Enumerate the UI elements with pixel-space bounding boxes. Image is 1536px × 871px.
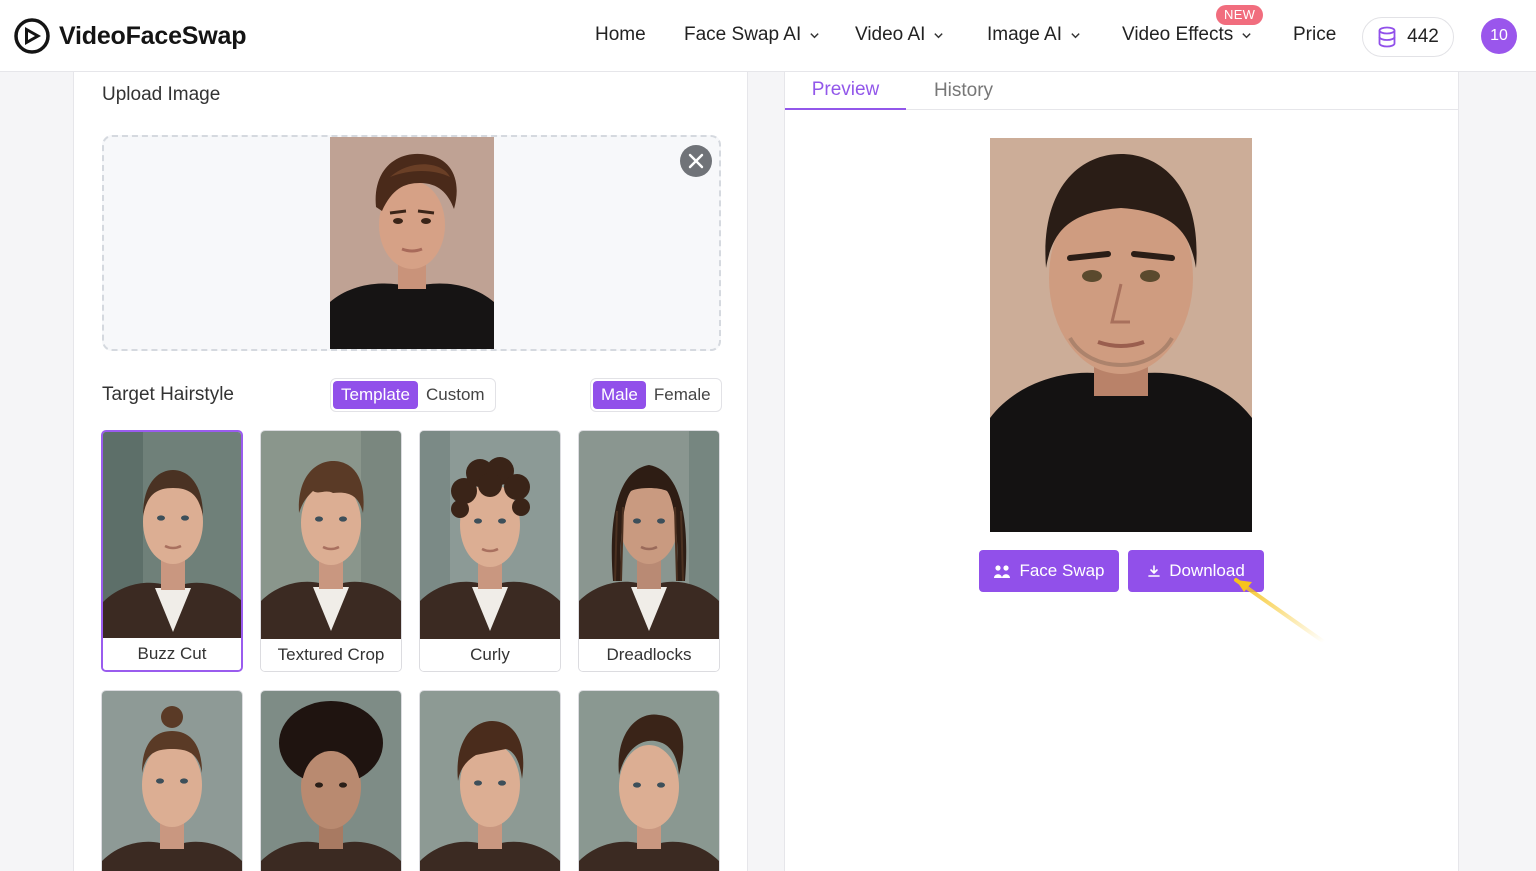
nav-video-effects[interactable]: Video Effects: [1122, 24, 1252, 46]
mode-toggle: Template Custom: [330, 378, 496, 412]
nav-face-swap-ai[interactable]: Face Swap AI: [684, 24, 820, 46]
nav-home[interactable]: Home: [595, 24, 646, 46]
nav-video-ai-label: Video AI: [855, 24, 926, 45]
brand-name: VideoFaceSwap: [59, 21, 247, 50]
male-option[interactable]: Male: [593, 381, 646, 409]
hairstyle-card-dreadlocks[interactable]: Dreadlocks: [578, 430, 720, 672]
result-photo: [990, 138, 1252, 532]
hairstyle-preview-image: [261, 691, 401, 871]
hairstyle-preview-image: [420, 431, 560, 641]
tab-preview[interactable]: Preview: [785, 72, 906, 110]
download-icon: [1148, 565, 1160, 577]
hairstyle-card[interactable]: [419, 690, 561, 871]
upload-dropzone[interactable]: [102, 135, 721, 351]
nav-face-swap-ai-label: Face Swap AI: [684, 24, 802, 45]
hairstyle-preview-image: [102, 691, 242, 871]
database-icon: [1378, 26, 1396, 48]
nav-image-ai-label: Image AI: [987, 24, 1062, 45]
credits-count: 442: [1407, 26, 1439, 47]
hairstyle-card-buzz-cut[interactable]: Buzz Cut: [101, 430, 243, 672]
chevron-down-icon: [810, 32, 819, 38]
close-icon: [688, 153, 704, 169]
hairstyle-preview-image: [103, 432, 241, 642]
uploaded-photo: [330, 137, 494, 349]
hairstyle-card-curly[interactable]: Curly: [419, 430, 561, 672]
nav-video-effects-label: Video Effects: [1122, 24, 1234, 45]
remove-image-button[interactable]: [680, 145, 712, 177]
custom-option[interactable]: Custom: [418, 381, 493, 409]
result-tabs: Preview History: [785, 72, 1458, 110]
hairstyle-card[interactable]: [101, 690, 243, 871]
left-panel: Upload Image Target Hairstyle Template C…: [73, 72, 748, 871]
credits-balance[interactable]: 442: [1362, 17, 1454, 57]
tab-history[interactable]: History: [906, 72, 1021, 110]
avatar-initials: 10: [1490, 27, 1508, 44]
user-avatar[interactable]: 10: [1481, 18, 1517, 54]
brand-logo[interactable]: VideoFaceSwap: [14, 18, 246, 54]
nav-video-ai[interactable]: Video AI: [855, 24, 944, 46]
nav-image-ai[interactable]: Image AI: [987, 24, 1081, 46]
hairstyle-label: Curly: [420, 639, 560, 671]
hairstyle-preview-image: [579, 431, 719, 641]
hairstyle-preview-image: [420, 691, 560, 871]
female-option[interactable]: Female: [646, 381, 719, 409]
chevron-down-icon: [1071, 32, 1080, 38]
face-swap-icon: [994, 565, 1011, 578]
result-panel: Preview History Face Swap Download: [784, 72, 1459, 871]
hairstyle-card-textured-crop[interactable]: Textured Crop: [260, 430, 402, 672]
hairstyle-preview-image: [261, 431, 401, 641]
top-navigation-bar: VideoFaceSwap Home Face Swap AI Video AI…: [0, 0, 1536, 72]
nav-price-label: Price: [1293, 24, 1337, 45]
chevron-down-icon: [1242, 32, 1251, 38]
hairstyle-card[interactable]: [260, 690, 402, 871]
hairstyle-label: Dreadlocks: [579, 639, 719, 671]
hairstyle-card[interactable]: [578, 690, 720, 871]
target-hairstyle-title: Target Hairstyle: [102, 384, 234, 405]
download-button[interactable]: Download: [1128, 550, 1264, 592]
upload-image-title: Upload Image: [102, 84, 221, 105]
gender-toggle: Male Female: [590, 378, 722, 412]
new-badge: NEW: [1216, 5, 1264, 25]
face-swap-button[interactable]: Face Swap: [979, 550, 1119, 592]
nav-price[interactable]: Price: [1293, 24, 1336, 46]
hairstyle-label: Buzz Cut: [103, 638, 241, 670]
hairstyle-preview-image: [579, 691, 719, 871]
nav-home-label: Home: [595, 24, 646, 45]
hairstyle-label: Textured Crop: [261, 639, 401, 671]
download-label: Download: [1169, 561, 1245, 580]
logo-icon: [14, 18, 50, 54]
face-swap-label: Face Swap: [1019, 561, 1105, 580]
chevron-down-icon: [934, 32, 944, 38]
template-option[interactable]: Template: [333, 381, 418, 409]
